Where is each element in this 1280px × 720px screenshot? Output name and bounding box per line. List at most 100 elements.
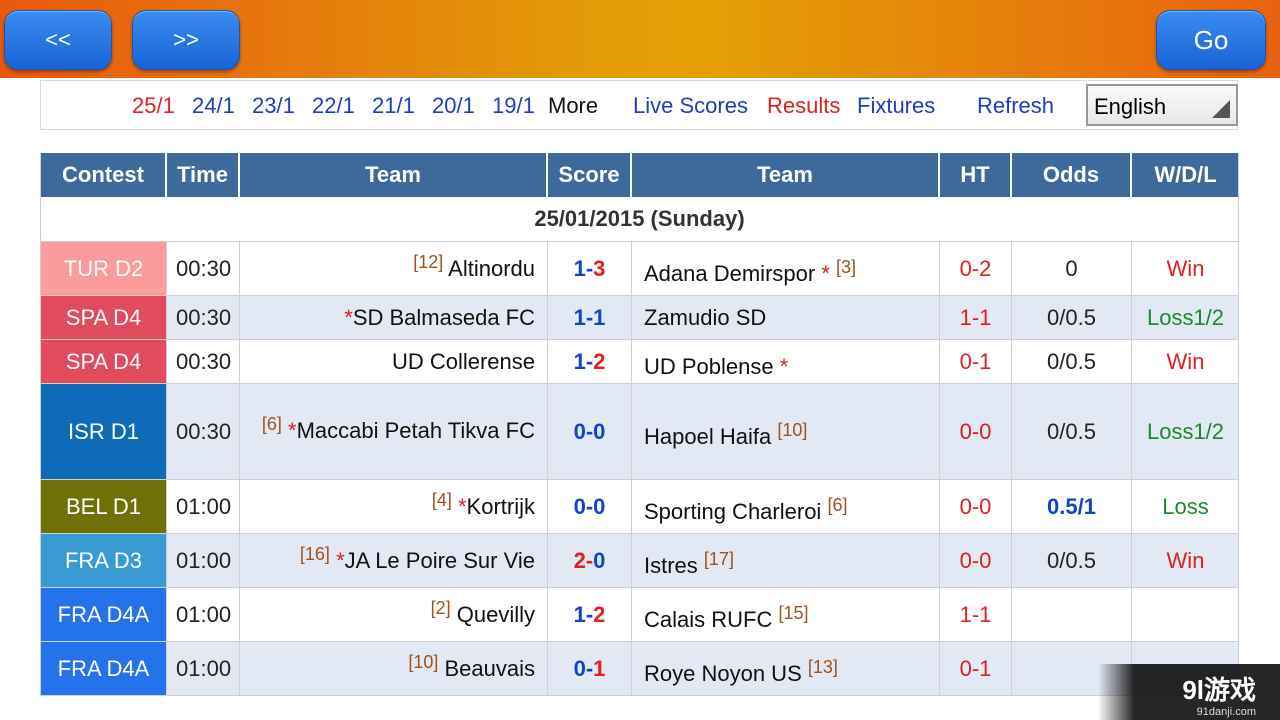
kickoff-time: 01:00 [167, 534, 240, 587]
wdl-result: Win [1166, 348, 1205, 374]
header-ht: HT [940, 153, 1012, 197]
away-team[interactable]: Hapoel Haifa [10] [644, 420, 807, 450]
favorite-marker: * [288, 418, 297, 443]
contest-cell[interactable]: FRA D4A [41, 588, 167, 641]
home-team-name: Maccabi Petah Tikva FC [296, 418, 535, 443]
header-home-team: Team [240, 153, 548, 197]
table-header: Contest Time Team Score Team HT Odds W/D/L [41, 153, 1238, 197]
home-team-cell: [6] *Maccabi Petah Tikva FC [240, 384, 548, 479]
score-cell[interactable]: 0-1 [548, 642, 632, 695]
live-scores-link[interactable]: Live Scores [633, 93, 748, 119]
away-team-cell: Sporting Charleroi [6] [632, 480, 940, 533]
home-team[interactable]: [10] Beauvais [408, 652, 535, 682]
away-team-cell: Roye Noyon US [13] [632, 642, 940, 695]
score-separator: - [585, 601, 594, 627]
favorite-marker: * [344, 304, 353, 330]
away-team-cell: UD Poblense * [632, 340, 940, 383]
away-team[interactable]: Istres [17] [644, 549, 734, 579]
contest-cell[interactable]: FRA D4A [41, 642, 167, 695]
home-team[interactable]: [12] Altinordu [413, 252, 535, 282]
watermark-url: 91danji.com [1196, 706, 1256, 718]
score-away: 1 [593, 304, 606, 330]
away-team[interactable]: Zamudio SD [644, 305, 766, 331]
odds-value: 0/0.5 [1012, 340, 1132, 383]
go-button[interactable]: Go [1156, 10, 1266, 70]
home-team-name: SD Balmaseda FC [352, 304, 535, 330]
score-separator: - [585, 547, 594, 573]
home-team[interactable]: [4] *Kortrijk [432, 490, 535, 520]
odds-value: 0/0.5 [1012, 534, 1132, 587]
kickoff-time: 00:30 [167, 296, 240, 339]
home-team-name: Altinordu [448, 255, 535, 281]
date-link[interactable]: 21/1 [372, 93, 415, 119]
header-away-team: Team [632, 153, 940, 197]
results-link[interactable]: Results [767, 93, 840, 119]
odds-value: 0 [1012, 242, 1132, 295]
home-team-cell: UD Collerense [240, 340, 548, 383]
language-select[interactable]: English [1086, 84, 1238, 126]
home-team[interactable]: UD Collerense [392, 349, 535, 375]
date-link[interactable]: 19/1 [492, 93, 535, 119]
favorite-marker: * [457, 493, 467, 519]
away-team-rank: [17] [703, 548, 734, 569]
away-team[interactable]: Sporting Charleroi [6] [644, 495, 847, 525]
away-team[interactable]: Calais RUFC [15] [644, 603, 809, 633]
score-home: 2 [573, 547, 586, 573]
score-cell[interactable]: 0-0 [548, 480, 632, 533]
date-link[interactable]: 25/1 [132, 93, 175, 119]
date-link[interactable]: 24/1 [192, 93, 235, 119]
dropdown-arrow-icon [1212, 100, 1230, 118]
away-team-name: Istres [644, 552, 698, 578]
score-cell[interactable]: 1-1 [548, 296, 632, 339]
favorite-marker: * [821, 260, 830, 286]
score-home: 1 [573, 255, 586, 281]
more-link[interactable]: More [548, 93, 598, 119]
home-team-name: Kortrijk [466, 493, 535, 519]
table-row: SPA D4 00:30 *SD Balmaseda FC 1-1 Zamudio SD… [41, 296, 1238, 340]
date-link[interactable]: 23/1 [252, 93, 295, 119]
score-away: 2 [593, 348, 606, 374]
away-team[interactable]: UD Poblense * [644, 354, 788, 380]
contest-cell[interactable]: BEL D1 [41, 480, 167, 533]
top-toolbar: << >> Go [0, 0, 1280, 78]
refresh-link[interactable]: Refresh [977, 93, 1054, 119]
contest-cell[interactable]: SPA D4 [41, 296, 167, 339]
score-cell[interactable]: 1-2 [548, 588, 632, 641]
header-score: Score [548, 153, 632, 197]
date-link[interactable]: 22/1 [312, 93, 355, 119]
date-link[interactable]: 20/1 [432, 93, 475, 119]
header-time: Time [167, 153, 240, 197]
contest-cell[interactable]: ISR D1 [41, 384, 167, 479]
away-team-name: Adana Demirspor [644, 260, 816, 286]
table-row: ISR D1 00:30 [6] *Maccabi Petah Tikva FC 0-… [41, 384, 1238, 480]
contest-cell[interactable]: SPA D4 [41, 340, 167, 383]
score-away: 3 [593, 255, 606, 281]
home-team[interactable]: *SD Balmaseda FC [344, 305, 535, 331]
away-team-name: Zamudio SD [644, 304, 767, 330]
away-team[interactable]: Adana Demirspor * [3] [644, 257, 856, 287]
contest-cell[interactable]: FRA D3 [41, 534, 167, 587]
away-team-cell: Zamudio SD [632, 296, 940, 339]
score-cell[interactable]: 1-3 [548, 242, 632, 295]
wdl-result: Win [1166, 255, 1205, 281]
away-team[interactable]: Roye Noyon US [13] [644, 657, 838, 687]
score-cell[interactable]: 2-0 [548, 534, 632, 587]
results-table: Contest Time Team Score Team HT Odds W/D/L 25/0… [40, 153, 1239, 696]
home-team[interactable]: [6] *Maccabi Petah Tikva FC [262, 410, 535, 453]
score-cell[interactable]: 0-0 [548, 384, 632, 479]
score-home: 0 [573, 418, 586, 444]
home-team-name: UD Collerense [391, 348, 535, 374]
home-team[interactable]: [2] Quevilly [431, 598, 535, 628]
home-team[interactable]: [16] *JA Le Poire Sur Vie [300, 544, 535, 574]
score-separator: - [585, 348, 594, 374]
home-team-cell: [16] *JA Le Poire Sur Vie [240, 534, 548, 587]
contest-cell[interactable]: TUR D2 [41, 242, 167, 295]
table-row: FRA D3 01:00 [16] *JA Le Poire Sur Vie 2-0 I… [41, 534, 1238, 588]
score-cell[interactable]: 1-2 [548, 340, 632, 383]
previous-page-button[interactable]: << [4, 10, 112, 70]
header-contest: Contest [41, 153, 167, 197]
fixtures-link[interactable]: Fixtures [857, 93, 935, 119]
table-row: SPA D4 00:30 UD Collerense 1-2 UD Poblense *… [41, 340, 1238, 384]
half-time-score: 1-1 [940, 588, 1012, 641]
next-page-button[interactable]: >> [132, 10, 240, 70]
